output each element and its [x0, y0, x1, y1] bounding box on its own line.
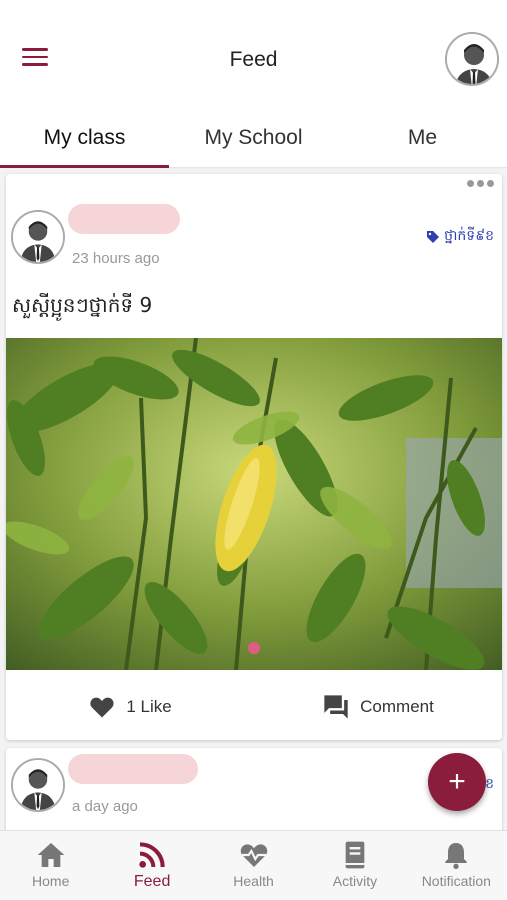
tab-bar: My class My School Me [0, 112, 507, 168]
app-header: Feed [0, 0, 507, 112]
heart-pulse-icon [240, 844, 267, 867]
tag-icon [427, 230, 440, 243]
heart-icon [90, 697, 114, 718]
more-options-icon[interactable] [467, 180, 494, 187]
nav-health[interactable]: Health [203, 831, 304, 900]
tab-my-school[interactable]: My School [169, 112, 338, 167]
class-tag[interactable]: ថ្នាក់ទី៩ខ [425, 226, 494, 247]
nav-activity[interactable]: Activity [304, 831, 405, 900]
nav-feed[interactable]: Feed [101, 831, 202, 900]
post-photo[interactable] [6, 338, 502, 670]
nav-feed-label: Feed [133, 873, 171, 890]
comment-label: Comment [360, 697, 434, 716]
home-icon [37, 843, 65, 867]
post-card: 23 hours ago ថ្នាក់ទី៩ខ សួស្តីប្អូនៗថ្នា… [6, 174, 502, 740]
class-tag-label: ខ [485, 776, 494, 792]
bottom-navigation: Home Feed Health Activity Notification [0, 830, 507, 900]
feed-list[interactable]: 23 hours ago ថ្នាក់ទី៩ខ សួស្តីប្អូនៗថ្នា… [0, 170, 507, 830]
class-tag-label: ថ្នាក់ទី៩ខ [444, 228, 494, 244]
add-post-button[interactable]: + [428, 753, 486, 811]
post-card: a day ago ខ [6, 748, 502, 830]
comment-icon [324, 695, 348, 719]
author-avatar[interactable] [11, 210, 65, 264]
nav-health-label: Health [233, 873, 274, 889]
like-count: 1 Like [126, 697, 172, 716]
page-title: Feed [229, 48, 278, 71]
rss-feed-icon [139, 842, 165, 868]
post-timestamp: a day ago [72, 798, 138, 815]
tab-my-class[interactable]: My class [0, 112, 169, 168]
nav-activity-label: Activity [332, 873, 378, 889]
tab-me[interactable]: Me [338, 112, 507, 167]
author-name-redacted [68, 754, 198, 784]
comment-button[interactable]: Comment [254, 674, 502, 740]
post-actions: 1 Like Comment [6, 674, 502, 740]
nav-home[interactable]: Home [0, 831, 101, 900]
author-avatar[interactable] [11, 758, 65, 812]
nav-notification[interactable]: Notification [406, 831, 507, 900]
author-name-redacted [68, 204, 180, 234]
class-tag[interactable]: ខ [485, 774, 494, 795]
post-text: សួស្តីប្អូនៗថ្នាក់ទី 9 [12, 293, 153, 317]
nav-notification-label: Notification [421, 873, 491, 889]
like-button[interactable]: 1 Like [6, 674, 254, 740]
post-timestamp: 23 hours ago [72, 250, 160, 267]
book-icon [345, 841, 365, 869]
nav-home-label: Home [32, 873, 70, 889]
bell-icon [445, 843, 467, 869]
user-avatar-icon[interactable] [445, 32, 499, 86]
